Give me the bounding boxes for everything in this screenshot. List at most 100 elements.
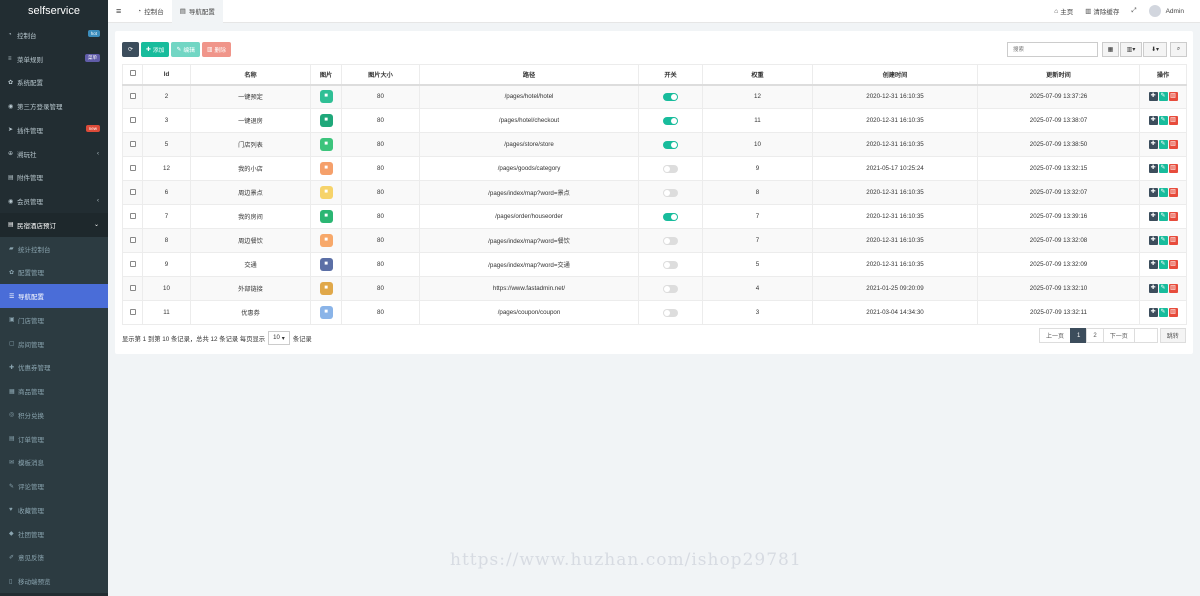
delete-row-icon[interactable]: ▥	[1168, 92, 1178, 102]
clear-cache-button[interactable]: ▥ 清除缓存	[1079, 6, 1125, 16]
sidebar-item[interactable]: ♥ 收藏管理	[0, 498, 108, 522]
column-header[interactable]: 路径	[419, 64, 639, 86]
sidebar-item[interactable]: ◔ 控制台 hot	[0, 23, 108, 47]
table-row[interactable]: 12 我的小店 ■ 80/pages/goods/category 9 2021-05-1…	[122, 156, 1187, 181]
cell-image[interactable]: ■	[310, 84, 342, 109]
row-checkbox[interactable]	[122, 276, 143, 301]
row-checkbox[interactable]	[122, 132, 143, 157]
add-button[interactable]: ✚ 添加	[141, 42, 170, 57]
sidebar-item[interactable]: ◉ 会员管理 ‹	[0, 189, 108, 213]
edit-row-icon[interactable]: ✎	[1158, 212, 1168, 221]
drag-handle-icon[interactable]: ✚	[1148, 92, 1158, 102]
jump-page-input[interactable]	[1133, 328, 1158, 343]
sidebar-toggle-button[interactable]: ≡	[108, 0, 129, 23]
cell-image[interactable]: ■	[310, 132, 342, 157]
cell-image[interactable]: ■	[310, 228, 342, 253]
sidebar-item[interactable]: ▤ 附件管理	[0, 166, 108, 190]
table-row[interactable]: 3 一键退房 ■ 80/pages/hotel/checkout 11 2020-12-3…	[122, 108, 1187, 133]
cell-image[interactable]: ■	[310, 252, 342, 277]
search-input[interactable]	[1007, 42, 1098, 57]
column-header[interactable]: 名称	[190, 64, 311, 86]
edit-row-icon[interactable]: ✎	[1158, 188, 1168, 197]
refresh-button[interactable]: ⟳	[122, 42, 139, 57]
row-checkbox[interactable]	[122, 204, 143, 229]
cell-image[interactable]: ■	[310, 300, 342, 325]
delete-row-icon[interactable]: ▥	[1168, 188, 1178, 197]
sidebar-item[interactable]: ☰ 导航配置	[0, 284, 108, 308]
delete-row-icon[interactable]: ▥	[1168, 140, 1178, 149]
table-row[interactable]: 11 优惠券 ■ 80/pages/coupon/coupon 3 2021-03-04 …	[122, 300, 1187, 325]
drag-handle-icon[interactable]: ✚	[1148, 236, 1158, 245]
toggle-switch[interactable]	[663, 116, 678, 125]
delete-row-icon[interactable]: ▥	[1168, 308, 1178, 317]
tab-nav-config[interactable]: ▤ 导航配置	[171, 0, 223, 23]
drag-handle-icon[interactable]: ✚	[1148, 284, 1158, 293]
row-checkbox[interactable]	[122, 300, 143, 325]
table-row[interactable]: 6 周边景点 ■ 80/pages/index/map?word=景点 8 2020-12…	[122, 180, 1187, 205]
cell-image[interactable]: ■	[310, 204, 342, 229]
user-menu[interactable]: Admin	[1143, 5, 1200, 17]
select-all-checkbox[interactable]	[122, 64, 143, 86]
sidebar-item[interactable]: ✉ 模板消息	[0, 450, 108, 475]
toggle-switch[interactable]	[663, 308, 678, 317]
sidebar-item[interactable]: ▤ 民宿酒店预订 ⌄	[0, 213, 108, 237]
edit-row-icon[interactable]: ✎	[1158, 116, 1168, 125]
edit-row-icon[interactable]: ✎	[1158, 140, 1168, 149]
prev-page-button[interactable]: 上一页	[1039, 328, 1072, 343]
next-page-button[interactable]: 下一页	[1102, 328, 1135, 343]
delete-row-icon[interactable]: ▥	[1168, 164, 1178, 173]
sidebar-item[interactable]: ✿ 配置管理	[0, 260, 108, 285]
toggle-switch[interactable]	[663, 140, 678, 149]
table-row[interactable]: 5 门店列表 ■ 80/pages/store/store 10 2020-12-31 1…	[122, 132, 1187, 157]
edit-row-icon[interactable]: ✎	[1158, 92, 1168, 102]
cell-image[interactable]: ■	[310, 180, 342, 205]
sidebar-item[interactable]: ➤ 插件管理 new	[0, 118, 108, 142]
drag-handle-icon[interactable]: ✚	[1148, 308, 1158, 317]
sidebar-item[interactable]: ✐ 意见反馈	[0, 545, 108, 570]
column-header[interactable]: 图片大小	[341, 64, 420, 86]
toggle-switch[interactable]	[663, 260, 678, 269]
toggle-switch[interactable]	[663, 92, 678, 101]
table-row[interactable]: 2 一键预定 ■ 80/pages/hotel/hotel 12 2020-12-31 1…	[122, 84, 1187, 109]
edit-row-icon[interactable]: ✎	[1158, 284, 1168, 293]
edit-row-icon[interactable]: ✎	[1158, 236, 1168, 245]
drag-handle-icon[interactable]: ✚	[1148, 212, 1158, 221]
toggle-switch[interactable]	[663, 212, 678, 221]
delete-row-icon[interactable]: ▥	[1168, 284, 1178, 293]
table-row[interactable]: 9 交通 ■ 80/pages/index/map?word=交通 5 2020-12-3…	[122, 252, 1187, 277]
app-logo[interactable]: selfservice	[0, 0, 108, 23]
drag-handle-icon[interactable]: ✚	[1148, 164, 1158, 173]
delete-row-icon[interactable]: ▥	[1168, 212, 1178, 221]
row-checkbox[interactable]	[122, 84, 143, 109]
sidebar-item[interactable]: ◎ 积分兑换	[0, 403, 108, 427]
sidebar-item[interactable]: ◆ 社团管理	[0, 521, 108, 546]
sidebar-item[interactable]: ▰ 统计控制台	[0, 236, 108, 261]
toggle-view-button[interactable]: ▦	[1102, 42, 1119, 57]
sidebar-item[interactable]: ⊕ 溯玩社 ‹	[0, 142, 108, 166]
export-button[interactable]: ⬇▾	[1143, 42, 1167, 57]
jump-button[interactable]: 跳转	[1159, 328, 1186, 343]
page-button-2[interactable]: 2	[1086, 328, 1104, 343]
column-header[interactable]: 图片	[310, 64, 342, 86]
delete-row-icon[interactable]: ▥	[1168, 236, 1178, 245]
sidebar-item[interactable]: ✚ 优惠券管理	[0, 355, 108, 380]
row-checkbox[interactable]	[122, 180, 143, 205]
toggle-switch[interactable]	[663, 164, 678, 173]
column-header[interactable]: 创建时间	[812, 64, 978, 86]
edit-button[interactable]: ✎ 编辑	[171, 42, 200, 57]
sidebar-item[interactable]: ≡ 菜单规则 菜单	[0, 47, 108, 71]
row-checkbox[interactable]	[122, 156, 143, 181]
cell-image[interactable]: ■	[310, 108, 342, 133]
delete-button[interactable]: ▥ 删除	[201, 42, 232, 57]
edit-row-icon[interactable]: ✎	[1158, 308, 1168, 317]
drag-handle-icon[interactable]: ✚	[1148, 188, 1158, 197]
sidebar-item[interactable]: ▤ 订单管理	[0, 426, 108, 451]
sidebar-item[interactable]: ✿ 系统配置	[0, 71, 108, 95]
toggle-switch[interactable]	[663, 188, 678, 197]
column-header[interactable]: 更新时间	[977, 64, 1140, 86]
drag-handle-icon[interactable]: ✚	[1148, 140, 1158, 149]
page-button-1[interactable]: 1	[1070, 328, 1088, 343]
sidebar-item[interactable]: ▦ 商品管理	[0, 379, 108, 403]
delete-row-icon[interactable]: ▥	[1168, 260, 1178, 269]
delete-row-icon[interactable]: ▥	[1168, 116, 1178, 125]
